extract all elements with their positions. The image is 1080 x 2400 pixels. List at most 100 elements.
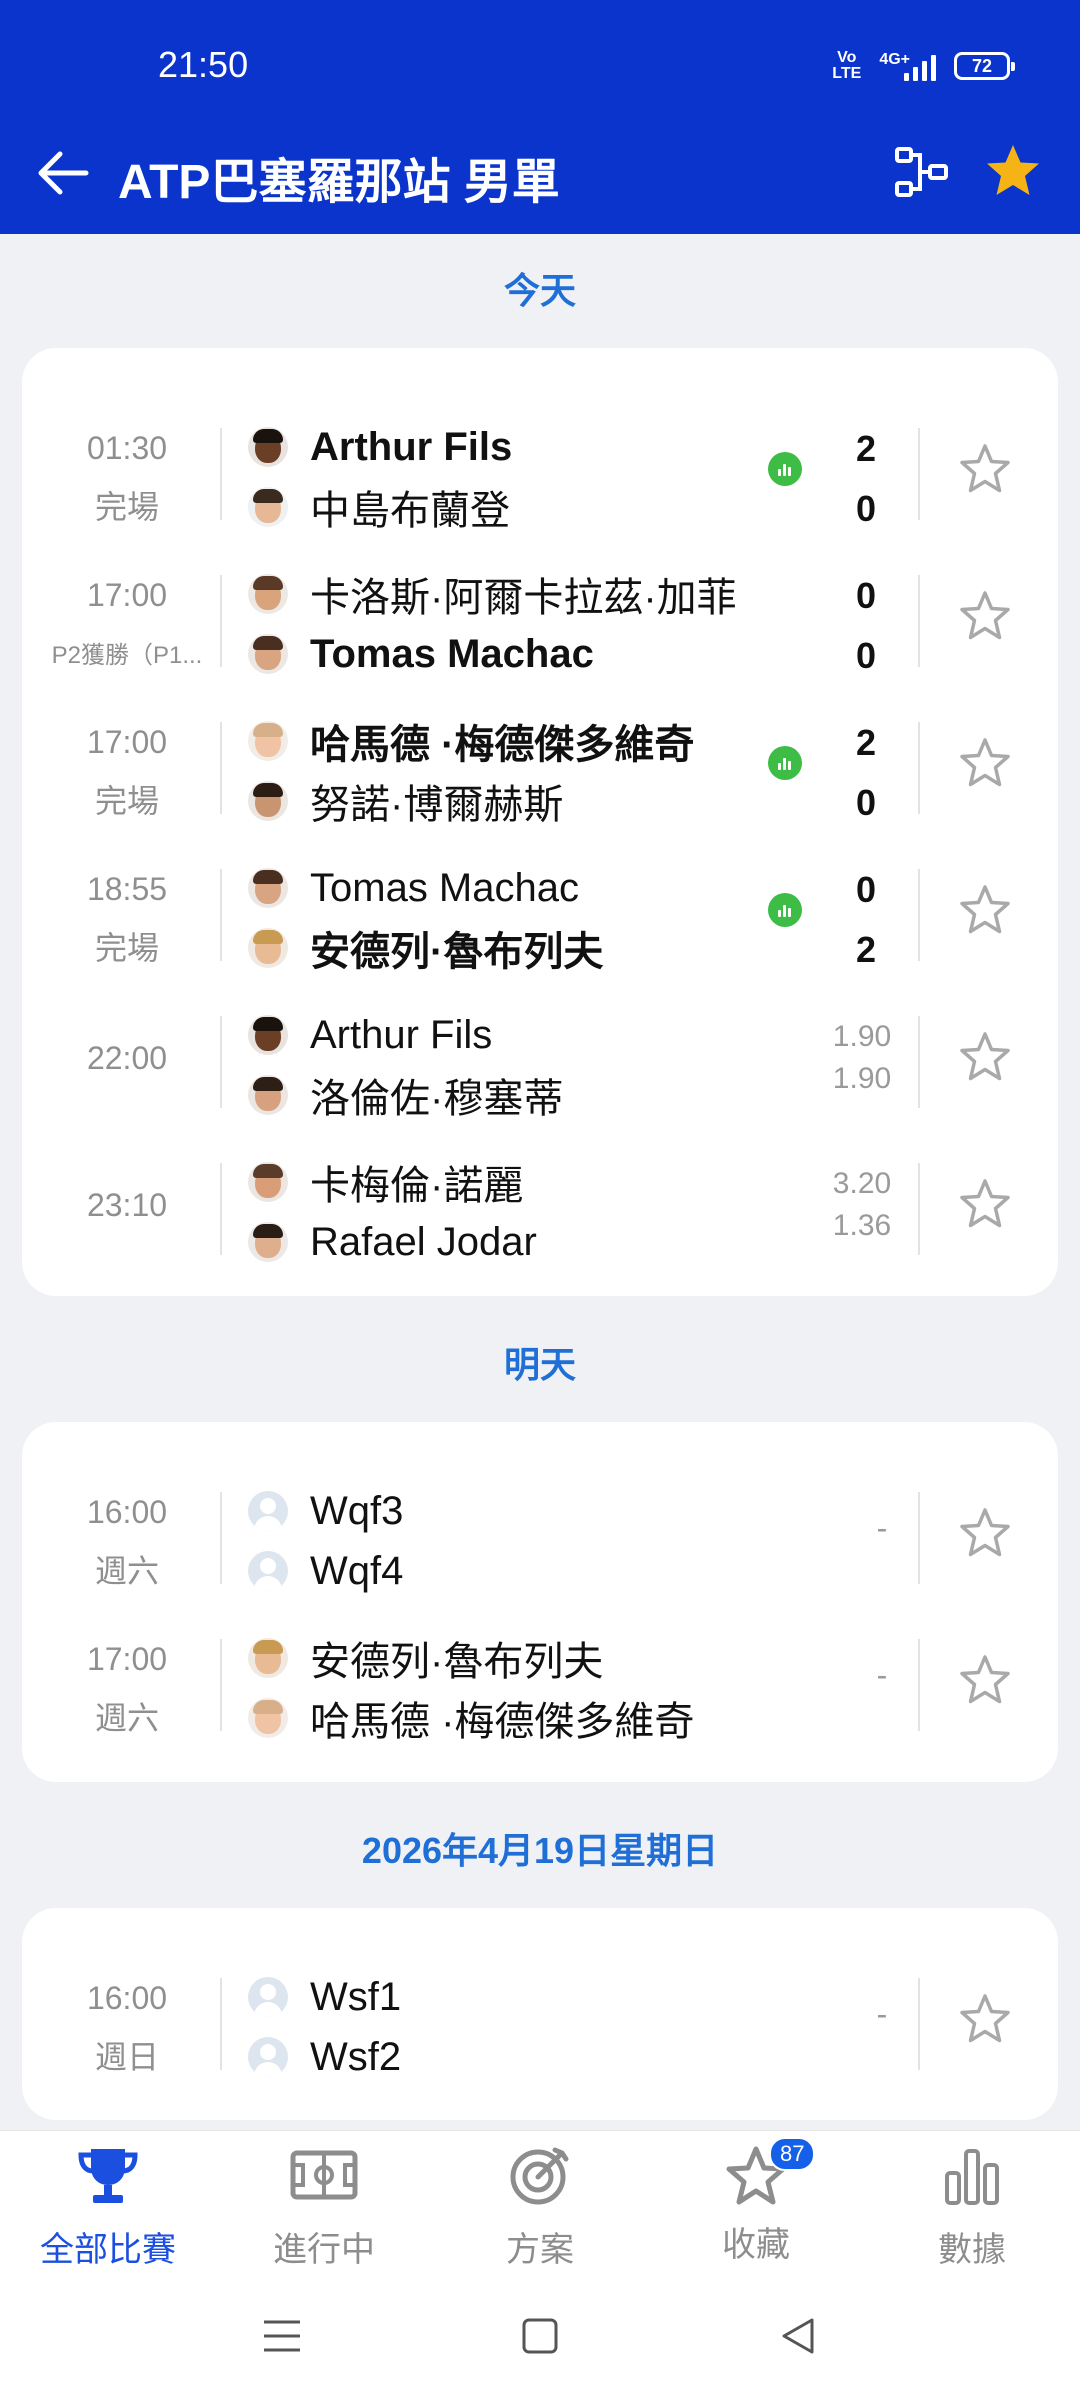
stats-icon[interactable] bbox=[768, 893, 802, 927]
pitch-icon bbox=[290, 2150, 358, 2200]
score-away: 0 bbox=[855, 488, 877, 529]
section-sunday: 2026年4月19日星期日 bbox=[361, 1830, 719, 1871]
nav-live-label: 進行中 bbox=[273, 2231, 375, 2269]
favorite-star-icon[interactable] bbox=[958, 883, 1012, 937]
stats-icon[interactable] bbox=[768, 746, 802, 780]
match-row[interactable]: 22:00 Arthur Fils 洛倫佐·穆塞蒂 1.90 1.90 bbox=[22, 980, 1058, 1127]
odds-away: 1.36 bbox=[832, 1209, 892, 1242]
status-time: 21:50 bbox=[158, 44, 249, 85]
match-status: P2獲勝（P1... bbox=[51, 642, 203, 669]
player-name: 安德列·魯布列夫 bbox=[310, 930, 604, 974]
system-nav-bar bbox=[0, 2270, 1080, 2400]
bracket-icon[interactable] bbox=[894, 146, 950, 198]
divider bbox=[220, 428, 222, 520]
divider bbox=[220, 1978, 222, 2070]
menu-icon[interactable] bbox=[260, 2314, 304, 2358]
favorite-star-icon[interactable] bbox=[958, 1653, 1012, 1707]
favorites-badge: 87 bbox=[769, 2137, 816, 2171]
divider bbox=[918, 1978, 920, 2070]
favorite-star-icon[interactable] bbox=[958, 1506, 1012, 1560]
divider bbox=[220, 1492, 222, 1584]
divider bbox=[220, 1639, 222, 1731]
player-avatar bbox=[248, 1015, 288, 1055]
match-time: 16:00 bbox=[86, 1494, 168, 1530]
home-square-icon[interactable] bbox=[518, 2314, 562, 2358]
player-avatar bbox=[248, 574, 288, 614]
player-avatar bbox=[248, 1977, 288, 2017]
favorite-star-icon[interactable] bbox=[958, 1177, 1012, 1231]
favorite-star-icon[interactable] bbox=[984, 142, 1042, 200]
favorite-star-icon[interactable] bbox=[958, 589, 1012, 643]
score-home: 0 bbox=[855, 575, 877, 616]
divider bbox=[918, 1163, 920, 1255]
player-home: 哈馬德 ·梅德傑多維奇 bbox=[248, 716, 694, 767]
nav-all-matches[interactable]: 全部比賽 bbox=[0, 2145, 216, 2271]
player-name: 中島布蘭登 bbox=[310, 489, 510, 533]
player-name: Wqf4 bbox=[310, 1548, 404, 1593]
match-time: 17:00 bbox=[86, 724, 168, 760]
match-time: 22:00 bbox=[86, 1040, 168, 1076]
player-away: Rafael Jodar bbox=[248, 1217, 537, 1267]
player-away: Wqf4 bbox=[248, 1546, 403, 1596]
divider bbox=[918, 1016, 920, 1108]
match-status: 週日 bbox=[94, 2039, 159, 2075]
match-row[interactable]: 17:00 週六 安德列·魯布列夫 哈馬德 ·梅德傑多維奇 - bbox=[22, 1603, 1058, 1750]
nav-all-label: 全部比賽 bbox=[40, 2231, 176, 2269]
player-home: Arthur Fils bbox=[248, 1010, 492, 1060]
score-home: 0 bbox=[855, 869, 877, 910]
match-card-today: 01:30 完場 Arthur Fils 中島布蘭登 2 0 17:00 P2獲勝（P1...… bbox=[22, 348, 1058, 1296]
match-row[interactable]: 01:30 完場 Arthur Fils 中島布蘭登 2 0 bbox=[22, 392, 1058, 539]
player-avatar bbox=[248, 1491, 288, 1531]
score-placeholder: - bbox=[876, 1996, 888, 2032]
match-status: 週六 bbox=[94, 1700, 159, 1736]
player-away: 洛倫佐·穆塞蒂 bbox=[248, 1070, 563, 1121]
favorite-star-icon[interactable] bbox=[958, 1992, 1012, 2046]
player-home: Arthur Fils bbox=[248, 422, 512, 472]
nav-data[interactable]: 數據 bbox=[864, 2145, 1080, 2271]
battery-icon: 72 bbox=[954, 52, 1015, 80]
match-row[interactable]: 16:00 週日 Wsf1 Wsf2 - bbox=[22, 1942, 1058, 2089]
player-avatar bbox=[248, 1551, 288, 1591]
match-row[interactable]: 18:55 完場 Tomas Machac 安德列·魯布列夫 0 2 bbox=[22, 833, 1058, 980]
player-name: 卡梅倫·諾麗 bbox=[310, 1164, 524, 1208]
app-header: 21:50 Vo LTE 4G+ 72 ATP巴塞羅那站 男單 bbox=[0, 0, 1080, 234]
player-name: Arthur Fils bbox=[310, 424, 513, 469]
nav-live[interactable]: 進行中 bbox=[216, 2145, 432, 2271]
nav-data-label: 數據 bbox=[938, 2231, 1006, 2269]
player-name: 安德列·魯布列夫 bbox=[310, 1640, 604, 1684]
player-name: Wsf2 bbox=[310, 2034, 402, 2079]
nav-favorites[interactable]: 87 收藏 bbox=[648, 2137, 864, 2266]
signal-icon: 4G+ bbox=[879, 51, 936, 81]
player-away: Tomas Machac bbox=[248, 629, 594, 679]
favorite-star-icon[interactable] bbox=[958, 1030, 1012, 1084]
favorite-star-icon[interactable] bbox=[958, 736, 1012, 790]
back-arrow-icon[interactable] bbox=[36, 150, 90, 196]
stats-icon[interactable] bbox=[768, 452, 802, 486]
match-status: 週六 bbox=[94, 1553, 159, 1589]
match-time: 01:30 bbox=[86, 430, 168, 466]
network-type: 4G+ bbox=[879, 51, 910, 68]
score-home: 2 bbox=[855, 722, 877, 763]
match-status: 完場 bbox=[94, 783, 159, 819]
section-tomorrow: 明天 bbox=[503, 1344, 576, 1385]
odds-away: 1.90 bbox=[832, 1062, 892, 1095]
score-placeholder: - bbox=[876, 1657, 888, 1693]
section-today: 今天 bbox=[503, 270, 576, 311]
player-away: 哈馬德 ·梅德傑多維奇 bbox=[248, 1693, 694, 1744]
match-row[interactable]: 17:00 P2獲勝（P1... 卡洛斯·阿爾卡拉茲·加菲 Tomas Machac 0… bbox=[22, 539, 1058, 686]
favorite-star-icon[interactable] bbox=[958, 442, 1012, 496]
divider bbox=[220, 869, 222, 961]
player-name: Tomas Machac bbox=[310, 865, 579, 910]
divider bbox=[918, 1492, 920, 1584]
player-avatar bbox=[248, 634, 288, 674]
match-row[interactable]: 23:10 卡梅倫·諾麗 Rafael Jodar 3.20 1.36 bbox=[22, 1127, 1058, 1274]
match-time: 17:00 bbox=[86, 577, 168, 613]
page-title: ATP巴塞羅那站 男單 bbox=[118, 156, 560, 209]
player-avatar bbox=[248, 721, 288, 761]
match-row[interactable]: 16:00 週六 Wqf3 Wqf4 - bbox=[22, 1456, 1058, 1603]
match-row[interactable]: 17:00 完場 哈馬德 ·梅德傑多維奇 努諾·博爾赫斯 2 0 bbox=[22, 686, 1058, 833]
nav-plans[interactable]: 方案 bbox=[432, 2145, 648, 2271]
player-home: 安德列·魯布列夫 bbox=[248, 1633, 603, 1684]
player-name: 卡洛斯·阿爾卡拉茲·加菲 bbox=[310, 576, 737, 620]
back-triangle-icon[interactable] bbox=[776, 2314, 820, 2358]
